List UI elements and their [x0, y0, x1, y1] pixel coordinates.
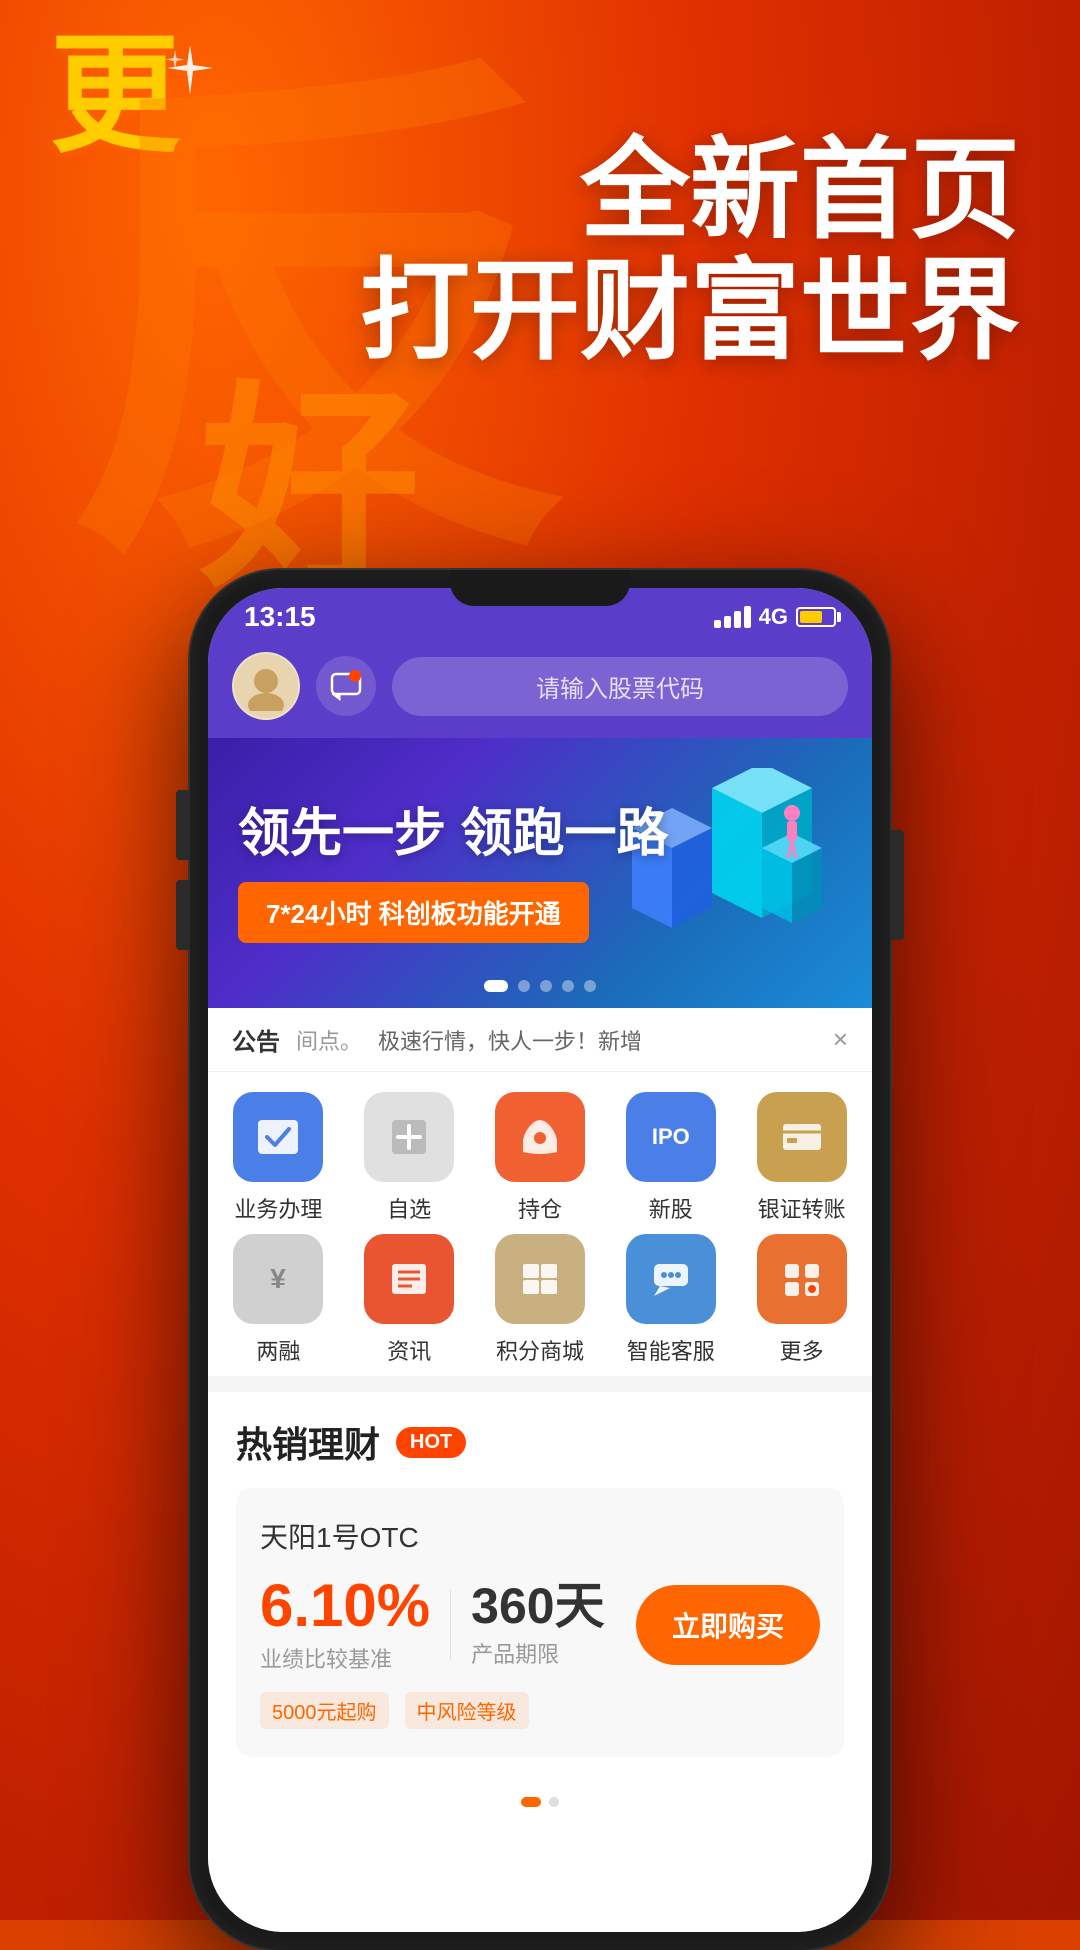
banner-dot-1[interactable] — [484, 980, 508, 992]
battery-indicator — [796, 607, 836, 627]
icon-item-business[interactable]: 业务办理 — [218, 1092, 339, 1224]
status-icons: 4G — [714, 604, 836, 630]
icon-box-more — [757, 1234, 847, 1324]
headline-line2: 打开财富世界 — [360, 251, 1020, 372]
icon-label-points: 积分商城 — [496, 1334, 584, 1366]
hot-finance-section: 热销理财 HOT 天阳1号OTC 6.10% 业绩比较基准 36 — [208, 1392, 872, 1781]
icon-item-margin[interactable]: ¥ 两融 — [218, 1234, 339, 1366]
icon-item-transfer[interactable]: 银证转账 — [741, 1092, 862, 1224]
section-divider — [208, 1376, 872, 1392]
icon-label-transfer: 银证转账 — [758, 1192, 846, 1224]
banner-dot-4[interactable] — [562, 980, 574, 992]
network-type: 4G — [759, 604, 788, 630]
section-header: 热销理财 HOT — [236, 1416, 844, 1468]
page-dot-1[interactable] — [521, 1797, 541, 1807]
phone-mockup: 13:15 4G — [190, 570, 890, 1950]
icon-grid: 业务办理 自选 — [208, 1072, 872, 1376]
icon-label-more: 更多 — [780, 1334, 824, 1366]
icon-label-business: 业务办理 — [234, 1192, 322, 1224]
product-rate-section: 6.10% 业绩比较基准 — [260, 1576, 430, 1674]
icon-box-news — [364, 1234, 454, 1324]
vertical-divider — [450, 1590, 451, 1660]
notice-bar: 公告 间点。 极速行情，快人一步！新增 × — [208, 1008, 872, 1072]
main-content: 业务办理 自选 — [208, 1072, 872, 1932]
sparkle-decoration — [160, 40, 220, 100]
banner-dot-5[interactable] — [584, 980, 596, 992]
product-card[interactable]: 天阳1号OTC 6.10% 业绩比较基准 360天 产品期限 立即购 — [236, 1488, 844, 1757]
signal-bar-3 — [734, 611, 741, 628]
signal-bars — [714, 606, 751, 628]
banner-content: 领先一步 领跑一路 7*24小时 科创板功能开通 — [238, 803, 668, 942]
headline-line1: 全新首页 — [360, 130, 1020, 251]
icon-item-ipo[interactable]: IPO 新股 — [610, 1092, 731, 1224]
icon-label-watchlist: 自选 — [387, 1192, 431, 1224]
icon-label-news: 资讯 — [387, 1334, 431, 1366]
product-tag-risk: 中风险等级 — [405, 1692, 529, 1729]
icon-label-position: 持仓 — [518, 1192, 562, 1224]
banner-dots — [484, 980, 596, 992]
icon-box-margin: ¥ — [233, 1234, 323, 1324]
icon-box-service — [626, 1234, 716, 1324]
hot-badge: HOT — [396, 1427, 466, 1458]
phone-notch — [450, 570, 630, 606]
icon-box-business — [233, 1092, 323, 1182]
battery-fill — [800, 611, 822, 623]
svg-text:¥: ¥ — [271, 1263, 287, 1294]
ipo-text: IPO — [652, 1124, 690, 1150]
banner[interactable]: 领先一步 领跑一路 7*24小时 科创板功能开通 — [208, 738, 872, 1008]
icon-label-ipo: 新股 — [649, 1192, 693, 1224]
message-icon[interactable] — [316, 656, 376, 716]
icon-box-transfer — [757, 1092, 847, 1182]
product-name: 天阳1号OTC — [260, 1516, 820, 1556]
signal-bar-2 — [724, 616, 731, 628]
status-time: 13:15 — [244, 601, 316, 633]
icon-item-more[interactable]: 更多 — [741, 1234, 862, 1366]
product-rate-label: 业绩比较基准 — [260, 1642, 430, 1674]
product-rate: 6.10% — [260, 1576, 430, 1636]
notice-separator: 间点。 — [296, 1024, 362, 1056]
notice-label: 公告 — [232, 1022, 280, 1057]
banner-title: 领先一步 领跑一路 — [238, 803, 668, 865]
banner-dot-2[interactable] — [518, 980, 530, 992]
notice-close-button[interactable]: × — [833, 1024, 848, 1055]
headline-area: 全新首页 打开财富世界 — [360, 130, 1020, 372]
icon-label-margin: 两融 — [256, 1334, 300, 1366]
banner-button[interactable]: 7*24小时 科创板功能开通 — [238, 882, 589, 943]
buy-button[interactable]: 立即购买 — [636, 1585, 820, 1665]
product-period-label: 产品期限 — [471, 1637, 616, 1669]
phone-outer: 13:15 4G — [190, 570, 890, 1950]
page-dot-2[interactable] — [549, 1797, 559, 1807]
product-tags: 5000元起购 中风险等级 — [260, 1692, 820, 1729]
icon-item-service[interactable]: 智能客服 — [610, 1234, 731, 1366]
icon-item-position[interactable]: 持仓 — [480, 1092, 601, 1224]
product-details: 6.10% 业绩比较基准 360天 产品期限 立即购买 — [260, 1576, 820, 1674]
section-title: 热销理财 — [236, 1416, 380, 1468]
icon-item-points[interactable]: 积分商城 — [480, 1234, 601, 1366]
icon-item-watchlist[interactable]: 自选 — [349, 1092, 470, 1224]
icon-box-watchlist — [364, 1092, 454, 1182]
stock-search[interactable]: 请输入股票代码 — [392, 657, 848, 716]
phone-screen: 13:15 4G — [208, 588, 872, 1932]
product-period: 360天 — [471, 1581, 616, 1631]
icon-item-news[interactable]: 资讯 — [349, 1234, 470, 1366]
product-period-section: 360天 产品期限 — [471, 1581, 616, 1669]
icon-box-ipo: IPO — [626, 1092, 716, 1182]
avatar[interactable] — [232, 652, 300, 720]
icon-box-points — [495, 1234, 585, 1324]
signal-bar-4 — [744, 606, 751, 628]
page-indicator — [208, 1781, 872, 1823]
signal-bar-1 — [714, 620, 721, 628]
notice-text: 极速行情，快人一步！新增 — [378, 1024, 817, 1056]
icon-label-service: 智能客服 — [627, 1334, 715, 1366]
icon-box-position — [495, 1092, 585, 1182]
banner-dot-3[interactable] — [540, 980, 552, 992]
app-header: 请输入股票代码 — [208, 642, 872, 738]
product-tag-min: 5000元起购 — [260, 1692, 389, 1729]
